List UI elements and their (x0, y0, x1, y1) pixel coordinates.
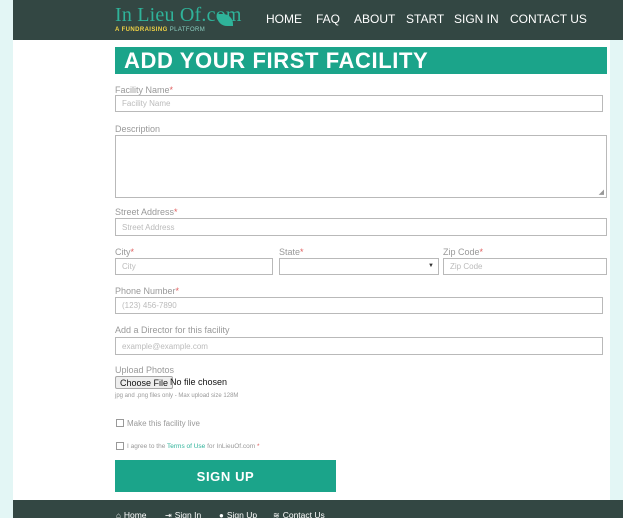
page-title-banner: ADD YOUR FIRST FACILITY (115, 47, 607, 74)
resize-grip-icon[interactable]: ◢ (599, 188, 604, 196)
brand-logo[interactable]: In Lieu Of.com A FUNDRAISING PLATFORM (115, 4, 245, 36)
description-textarea[interactable]: ◢ (115, 135, 607, 198)
make-live-checkbox[interactable] (116, 419, 124, 427)
phone-number-placeholder: (123) 456-7890 (122, 301, 177, 310)
description-label: Description (115, 124, 161, 134)
nav-contact-us[interactable]: CONTACT US (510, 12, 587, 26)
nav-about[interactable]: ABOUT (354, 12, 395, 26)
top-navbar: In Lieu Of.com A FUNDRAISING PLATFORM HO… (13, 0, 623, 40)
nav-sign-in[interactable]: SIGN IN (454, 12, 499, 26)
terms-suffix: for InLieuOf.com (207, 443, 256, 450)
city-placeholder: City (122, 262, 136, 271)
user-icon: ● (219, 511, 224, 518)
terms-of-use-link[interactable]: Terms of Use (167, 443, 205, 450)
city-label: City* (115, 247, 135, 257)
street-address-label: Street Address* (115, 207, 178, 217)
zip-code-input[interactable]: Zip Code (443, 258, 607, 275)
terms-checkbox[interactable] (116, 442, 124, 450)
zip-code-placeholder: Zip Code (450, 262, 483, 271)
home-icon: ⌂ (116, 511, 121, 518)
director-email-placeholder: example@example.com (122, 341, 208, 351)
choose-file-button[interactable]: Choose File (115, 376, 174, 389)
nav-home[interactable]: HOME (266, 12, 302, 26)
street-address-placeholder: Street Address (122, 222, 175, 232)
footer-link-sign-up[interactable]: ● Sign Up (219, 510, 257, 518)
footer-link-home[interactable]: ⌂ Home (116, 510, 147, 518)
sign-up-button[interactable]: SIGN UP (115, 460, 336, 492)
make-live-label[interactable]: Make this facility live (127, 419, 200, 428)
phone-number-input[interactable]: (123) 456-7890 (115, 297, 603, 314)
facility-name-label: Facility Name* (115, 85, 174, 95)
phone-number-label: Phone Number* (115, 286, 180, 296)
footer-bar: ⌂ Home ⇥ Sign In ● Sign Up ≋ Contact Us (13, 500, 623, 518)
upload-hint: jpg and .png files only - Max upload siz… (115, 393, 239, 399)
nav-faq[interactable]: FAQ (316, 12, 340, 26)
facility-name-placeholder: Facility Name (122, 99, 171, 108)
street-address-input[interactable]: Street Address (115, 218, 607, 236)
terms-prefix: I agree to the (127, 443, 166, 450)
terms-label: I agree to the Terms of Use for InLieuOf… (127, 443, 260, 450)
terms-required-marker: * (257, 443, 260, 450)
city-input[interactable]: City (115, 258, 273, 275)
state-select[interactable]: ▼ (279, 258, 439, 275)
upload-photos-label: Upload Photos (115, 365, 175, 375)
sign-in-icon: ⇥ (165, 511, 172, 518)
footer-link-sign-in[interactable]: ⇥ Sign In (165, 510, 201, 518)
nav-start[interactable]: START (406, 12, 444, 26)
zip-code-label: Zip Code* (443, 247, 484, 257)
file-status-text: No file chosen (170, 377, 228, 387)
facility-name-input[interactable]: Facility Name (115, 95, 603, 112)
state-label: State* (279, 247, 304, 257)
wifi-icon: ≋ (273, 511, 280, 518)
brand-tagline: A FUNDRAISING PLATFORM (115, 27, 206, 33)
director-email-input[interactable]: example@example.com (115, 337, 603, 355)
right-gutter (610, 40, 623, 500)
footer-link-contact-us[interactable]: ≋ Contact Us (273, 510, 325, 518)
director-label: Add a Director for this facility (115, 325, 230, 335)
page-title: ADD YOUR FIRST FACILITY (124, 48, 429, 73)
chevron-down-icon: ▼ (428, 263, 434, 269)
